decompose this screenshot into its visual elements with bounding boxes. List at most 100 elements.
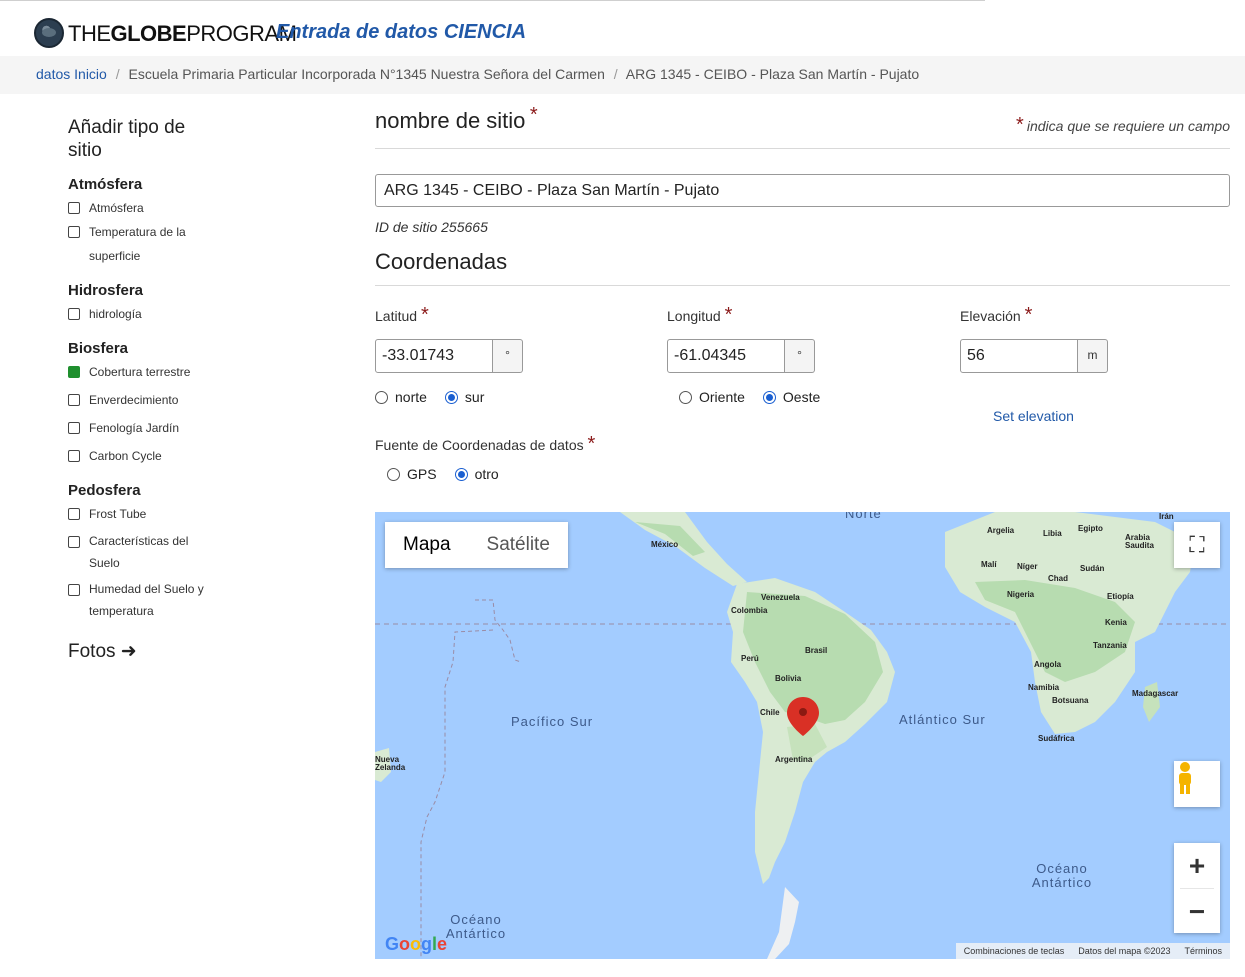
coordinates-heading: Coordenadas	[375, 249, 508, 274]
checkbox[interactable]	[68, 422, 80, 434]
pegman-icon	[1179, 762, 1191, 794]
country-label: Sudáfrica	[1038, 734, 1075, 743]
elevation-group: Elevación * m Set elevation	[960, 304, 1108, 424]
radio-label: Oeste	[782, 389, 821, 405]
google-logo: Google	[385, 934, 448, 954]
fotos-link[interactable]: Fotos ➜	[68, 640, 288, 663]
checkbox-item-surface-temperature[interactable]: Temperatura de la superficie	[68, 220, 288, 268]
brand-logo-text[interactable]: THEGLOBEPROGRAM	[68, 21, 297, 47]
checkbox[interactable]	[68, 202, 80, 214]
map-footer: Combinaciones de teclas Datos del mapa ©…	[955, 943, 1230, 959]
checkbox-label: Atmósfera	[89, 201, 144, 215]
location-map[interactable]: Pacífico Sur Atlántico Sur Océano Antárt…	[375, 512, 1230, 959]
checkbox-label: hidrología	[89, 307, 142, 321]
country-label: Tanzania	[1093, 641, 1127, 650]
breadcrumb-separator: /	[613, 66, 618, 82]
country-label: Argentina	[775, 755, 813, 764]
set-elevation-link[interactable]: Set elevation	[993, 408, 1074, 424]
sidebar-group-biosphere: Biosfera	[68, 340, 129, 357]
radio-sur[interactable]	[444, 390, 458, 404]
checkbox[interactable]	[68, 536, 80, 548]
checkbox-label: Frost Tube	[89, 507, 147, 521]
map-type-satellite-button[interactable]: Satélite	[469, 522, 568, 568]
country-label: Perú	[741, 654, 759, 663]
country-label: Venezuela	[761, 593, 800, 602]
checkbox-item-hidrologia[interactable]: hidrología	[68, 302, 288, 326]
checkbox-label: Carbon Cycle	[89, 449, 162, 463]
site-name-input[interactable]	[375, 174, 1230, 207]
degree-unit: °	[785, 339, 815, 373]
site-form: nombre de sitio * * indica que se requie…	[375, 104, 1230, 482]
checkbox-item-garden-phenology[interactable]: Fenología Jardín	[68, 416, 288, 440]
map-data-attribution: Datos del mapa ©2023	[1078, 946, 1171, 956]
country-label: Brasil	[805, 646, 828, 655]
street-view-button[interactable]	[1174, 761, 1220, 807]
country-label: Kenia	[1105, 618, 1127, 627]
meter-unit: m	[1078, 339, 1108, 373]
app-title: Entrada de datos CIENCIA	[276, 21, 527, 43]
country-label: Chile	[760, 708, 780, 717]
ocean-label: Atlántico Sur	[899, 712, 986, 727]
radio-gps[interactable]	[387, 467, 400, 481]
sidebar-title: Añadir tipo de sitio	[68, 117, 186, 161]
checkbox[interactable]	[68, 450, 80, 462]
checkbox-label: Enverdecimiento	[89, 393, 179, 407]
checkbox-item-carbon-cycle[interactable]: Carbon Cycle	[68, 444, 288, 468]
country-label: México	[651, 540, 679, 549]
sidebar-group-hydrosphere: Hidrosfera	[68, 282, 144, 299]
latitude-label: Latitud *	[375, 304, 429, 326]
breadcrumb-school: Escuela Primaria Particular Incorporada …	[128, 66, 605, 82]
latitude-input[interactable]	[375, 339, 493, 373]
elevation-input[interactable]	[960, 339, 1078, 373]
country-label: Egipto	[1078, 524, 1103, 533]
checkbox[interactable]	[68, 226, 80, 238]
country-label: Bolivia	[775, 674, 802, 683]
sidebar-group-pedosphere: Pedosfera	[68, 482, 141, 499]
zoom-out-button[interactable]: −	[1174, 889, 1220, 934]
ocean-label: Océano Antártico	[445, 912, 507, 941]
checkbox[interactable]	[68, 508, 80, 520]
country-label: Namibia	[1028, 683, 1060, 692]
radio-norte[interactable]	[375, 390, 388, 404]
breadcrumb-home-link[interactable]: datos Inicio	[36, 66, 107, 82]
country-label: Arabia Saudita	[1125, 533, 1154, 550]
country-label: Angola	[1034, 660, 1062, 669]
checkbox[interactable]	[68, 308, 80, 320]
elevation-label: Elevación *	[960, 304, 1033, 326]
checkbox-item-soil-moisture[interactable]: Humedad del Suelo y temperatura	[68, 578, 288, 622]
radio-label: GPS	[407, 466, 437, 482]
latitude-hemisphere: norte sur	[375, 389, 523, 405]
degree-unit: °	[493, 339, 523, 373]
checkbox-item-land-cover[interactable]: Cobertura terrestre	[68, 360, 288, 384]
checkbox-item-atmosfera[interactable]: Atmósfera	[68, 196, 288, 220]
required-star: *	[1015, 114, 1023, 136]
zoom-in-button[interactable]: +	[1174, 843, 1220, 888]
radio-oriente[interactable]	[679, 390, 692, 404]
country-label: Libia	[1043, 529, 1062, 538]
radio-otro[interactable]	[454, 467, 468, 481]
radio-oeste[interactable]	[762, 390, 776, 404]
map-type-mapa-button[interactable]: Mapa	[385, 522, 469, 568]
globe-logo-icon[interactable]	[34, 18, 64, 48]
country-label: Chad	[1048, 574, 1068, 583]
divider	[375, 285, 1230, 286]
ocean-label: Océano Antártico	[1031, 861, 1093, 890]
checkbox-item-greening[interactable]: Enverdecimiento	[68, 388, 288, 412]
keyboard-shortcuts-link[interactable]: Combinaciones de teclas	[964, 946, 1065, 956]
map-type-control: Mapa Satélite	[385, 522, 568, 568]
breadcrumb: datos Inicio / Escuela Primaria Particul…	[0, 56, 1245, 94]
app-header: THEGLOBEPROGRAM Entrada de datos CIENCIA	[0, 0, 985, 55]
longitude-input[interactable]	[667, 339, 785, 373]
fullscreen-icon: ⛶	[1189, 532, 1205, 557]
checkbox-label: Temperatura de la superficie	[89, 225, 186, 263]
fullscreen-button[interactable]: ⛶	[1174, 522, 1220, 568]
checkbox-item-soil-characteristics[interactable]: Características del Suelo	[68, 530, 288, 574]
coord-source-label: Fuente de Coordenadas de datos *	[375, 433, 596, 455]
checkbox-checked[interactable]	[68, 366, 80, 378]
checkbox[interactable]	[68, 394, 80, 406]
terms-link[interactable]: Términos	[1184, 946, 1222, 956]
checkbox-item-frost-tube[interactable]: Frost Tube	[68, 502, 288, 526]
zoom-control: + −	[1174, 843, 1220, 933]
checkbox[interactable]	[68, 584, 80, 596]
country-label: Nigeria	[1007, 590, 1035, 599]
